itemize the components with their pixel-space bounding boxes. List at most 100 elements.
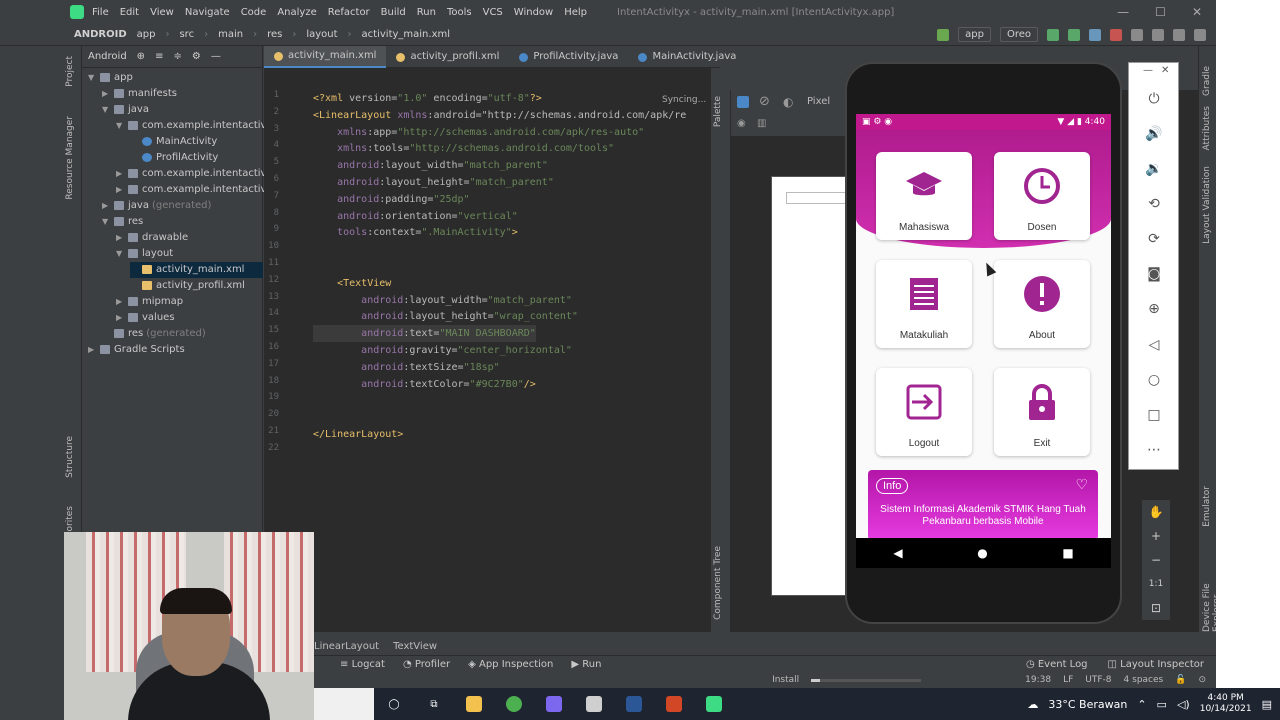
run-config-select[interactable]: app — [958, 27, 991, 42]
volume-down-icon[interactable]: 🔉 — [1142, 157, 1166, 181]
menu-card-dosen[interactable]: Dosen — [994, 152, 1090, 240]
tool-window-palette[interactable]: Palette — [713, 96, 723, 127]
project-view-select[interactable]: Android — [88, 51, 127, 62]
notifications-icon[interactable]: ⊙ — [1198, 675, 1206, 685]
sdk-manager-icon[interactable] — [1173, 28, 1185, 41]
code-line[interactable]: <?xml version="1.0" encoding="utf-8"?> — [313, 90, 542, 107]
tree-item[interactable]: ▶ drawable — [116, 230, 188, 246]
code-line[interactable]: tools:context=".MainActivity"> — [313, 224, 518, 241]
tool-window-project[interactable]: Project — [65, 56, 75, 87]
zoom-fit-icon[interactable]: ⊡ — [1142, 596, 1170, 620]
code-line[interactable]: xmlns:app="http://schemas.android.com/ap… — [313, 124, 644, 141]
avd-manager-icon[interactable] — [1152, 28, 1164, 41]
menu-item[interactable]: Help — [564, 7, 587, 18]
menu-card-logout[interactable]: Logout — [876, 368, 972, 456]
close-icon[interactable]: ✕ — [1192, 5, 1202, 19]
tool-window-gradle[interactable]: Gradle — [1202, 66, 1212, 96]
menu-card-about[interactable]: About — [994, 260, 1090, 348]
more-icon[interactable]: ⋯ — [1142, 438, 1166, 462]
weather-text[interactable]: 33°C Berawan — [1048, 698, 1127, 711]
orientation-icon[interactable]: ◐ — [783, 95, 793, 109]
code-line[interactable]: android:textSize="18sp" — [313, 359, 500, 376]
network-icon[interactable]: ▭ — [1157, 698, 1167, 711]
run-icon[interactable] — [1068, 28, 1080, 41]
profiler-tab[interactable]: ◔ Profiler — [403, 659, 450, 670]
back-icon[interactable]: ◁ — [1142, 333, 1166, 357]
debug-icon[interactable] — [1089, 28, 1101, 41]
crumb[interactable]: layout — [306, 29, 337, 40]
menu-item[interactable]: Refactor — [328, 7, 370, 18]
sync-icon[interactable] — [1131, 28, 1143, 41]
textview-outline[interactable] — [786, 192, 846, 204]
minimize-icon[interactable]: — — [1143, 65, 1153, 76]
code-line[interactable]: android:layout_width="match_parent" — [313, 292, 572, 309]
menu-card-mahasiswa[interactable]: Mahasiswa — [876, 152, 972, 240]
android-studio-icon[interactable] — [694, 688, 734, 720]
tool-window-attributes[interactable]: Attributes — [1202, 106, 1212, 150]
maximize-icon[interactable]: ☐ — [1155, 5, 1166, 19]
tree-item[interactable]: ▼ com.example.intentactivityx — [116, 118, 285, 134]
heart-icon[interactable]: ♡ — [1075, 476, 1088, 493]
hide-icon[interactable]: — — [211, 51, 221, 62]
eye-icon[interactable]: ◉ — [737, 118, 746, 129]
recents-icon[interactable]: ■ — [1062, 546, 1073, 560]
tree-item[interactable]: activity_profil.xml — [130, 278, 245, 294]
code-line[interactable]: <LinearLayout xmlns:android="http://sche… — [313, 107, 686, 124]
chrome-icon[interactable] — [494, 688, 534, 720]
home-icon[interactable]: ● — [977, 546, 987, 560]
tree-item[interactable]: ▶ Gradle Scripts — [88, 342, 185, 358]
volume-icon[interactable]: ◁) — [1177, 698, 1190, 711]
crumb[interactable]: app — [137, 29, 156, 40]
device-select[interactable]: Oreo — [999, 27, 1038, 42]
zoom-out-icon[interactable]: − — [1142, 548, 1170, 572]
layout-preview[interactable] — [771, 176, 851, 596]
line-separator[interactable]: LF — [1063, 675, 1073, 685]
tab-activity-profil[interactable]: activity_profil.xml — [386, 46, 509, 68]
run-tab[interactable]: ▶ Run — [571, 659, 601, 670]
tool-window-emulator[interactable]: Emulator — [1202, 486, 1212, 527]
layout-inspector-tab[interactable]: ◫ Layout Inspector — [1108, 659, 1204, 670]
crumb[interactable]: src — [179, 29, 194, 40]
gear-icon[interactable]: ⚙ — [192, 51, 201, 62]
zoom-in-icon[interactable]: + — [1142, 524, 1170, 548]
code-line[interactable]: android:orientation="vertical" — [313, 208, 518, 225]
target-icon[interactable]: ⊕ — [137, 51, 145, 62]
search-icon[interactable] — [1194, 28, 1206, 41]
code-line[interactable]: <TextView — [313, 275, 391, 292]
margin-icon[interactable]: ▥ — [757, 118, 766, 129]
tree-item[interactable]: ▶ com.example.intentactivityx — [116, 182, 285, 198]
code-line[interactable]: android:layout_height="match_parent" — [313, 174, 554, 191]
tree-item[interactable]: res (generated) — [102, 326, 206, 342]
powerpoint-icon[interactable] — [654, 688, 694, 720]
crumb[interactable]: activity_main.xml — [362, 29, 450, 40]
weather-icon[interactable]: ☁ — [1027, 698, 1038, 711]
menu-card-matakuliah[interactable]: Matakuliah — [876, 260, 972, 348]
tool-window-structure[interactable]: Structure — [65, 436, 75, 478]
code-line[interactable]: </LinearLayout> — [313, 426, 403, 443]
home-icon[interactable]: ○ — [1142, 368, 1166, 392]
word-icon[interactable] — [614, 688, 654, 720]
menu-item[interactable]: File — [92, 7, 109, 18]
device-select[interactable]: Pixel — [807, 96, 830, 107]
expand-icon[interactable]: ≑ — [173, 51, 181, 62]
collapse-icon[interactable]: ≡ — [155, 51, 163, 62]
info-banner[interactable]: Info ♡ Sistem Informasi Akademik STMIK H… — [868, 470, 1098, 540]
tab-activity-main[interactable]: activity_main.xml — [264, 46, 387, 68]
menu-item[interactable]: View — [150, 7, 174, 18]
layers-icon[interactable] — [737, 96, 749, 108]
code-line[interactable]: android:textColor="#9C27B0"/> — [313, 376, 536, 393]
tree-item[interactable]: activity_main.xml — [130, 262, 263, 278]
indent-setting[interactable]: 4 spaces — [1124, 675, 1164, 685]
menu-item[interactable]: Build — [381, 7, 406, 18]
blueprint-icon[interactable]: ⊘ — [759, 94, 770, 109]
code-line[interactable]: android:layout_height="wrap_content" — [313, 308, 578, 325]
menu-item[interactable]: Edit — [120, 7, 139, 18]
clock[interactable]: 4:40 PM 10/14/2021 — [1200, 693, 1252, 715]
tree-item[interactable]: ▶ manifests — [102, 86, 177, 102]
tab-main-activity[interactable]: MainActivity.java — [628, 46, 746, 68]
minimize-icon[interactable]: — — [1117, 5, 1129, 19]
tree-item[interactable]: ▼ res — [102, 214, 143, 230]
crumb[interactable]: TextView — [393, 641, 437, 652]
volume-up-icon[interactable]: 🔊 — [1142, 122, 1166, 146]
app-icon[interactable] — [534, 688, 574, 720]
